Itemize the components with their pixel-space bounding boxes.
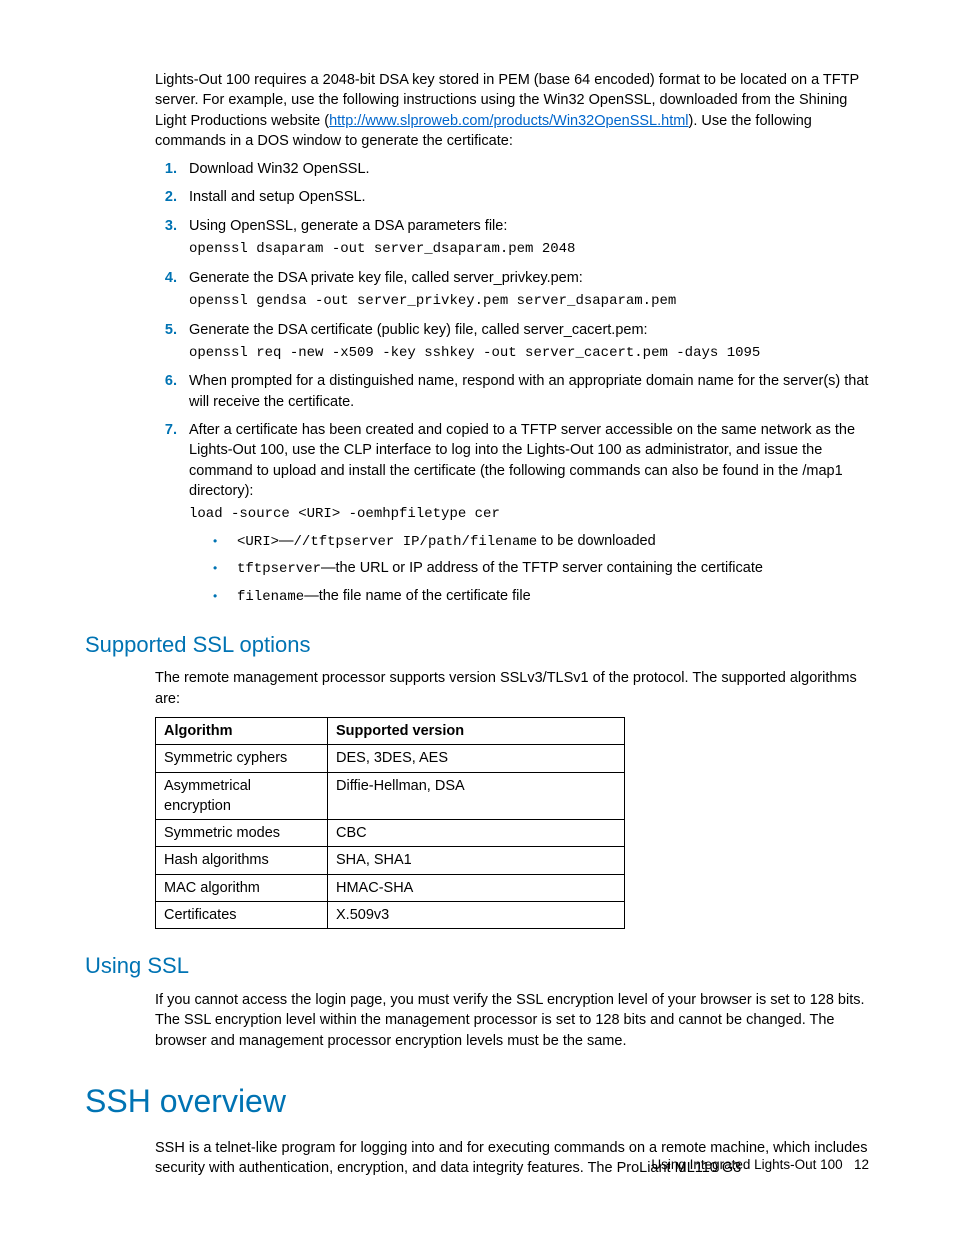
th-algorithm: Algorithm — [156, 718, 328, 745]
openssl-link[interactable]: http://www.slproweb.com/products/Win32Op… — [329, 113, 688, 129]
bullet-uri: <URI>—//tftpserver IP/path/filename to b… — [213, 531, 869, 553]
step-5: 5. Generate the DSA certificate (public … — [155, 320, 869, 364]
bullet-code2: //tftpserver IP/path/filename — [294, 534, 538, 550]
table-header-row: Algorithm Supported version — [156, 718, 625, 745]
using-ssl-block: If you cannot access the login page, you… — [155, 990, 869, 1051]
cell: Certificates — [156, 902, 328, 929]
table-row: Symmetric cyphersDES, 3DES, AES — [156, 745, 625, 772]
bullet-text: —the URL or IP address of the TFTP serve… — [321, 560, 763, 576]
footer-text: Using Integrated Lights-Out 100 — [651, 1157, 842, 1172]
bullet-filename: filename—the file name of the certificat… — [213, 586, 869, 608]
bullet-tftpserver: tftpserver—the URL or IP address of the … — [213, 558, 869, 580]
page-footer: Using Integrated Lights-Out 100 12 — [651, 1156, 869, 1175]
step-6: 6. When prompted for a distinguished nam… — [155, 371, 869, 412]
step-text: Download Win32 OpenSSL. — [189, 161, 370, 177]
step-number: 2. — [155, 187, 177, 207]
intro-paragraph-block: Lights-Out 100 requires a 2048-bit DSA k… — [155, 70, 869, 608]
bullet-code: filename — [237, 589, 304, 605]
step-number: 3. — [155, 216, 177, 236]
bullet-text: to be downloaded — [537, 533, 656, 549]
bullet-code: <URI> — [237, 534, 279, 550]
cell: MAC algorithm — [156, 874, 328, 901]
cell: Diffie-Hellman, DSA — [328, 772, 625, 820]
step-number: 4. — [155, 268, 177, 288]
cell: Hash algorithms — [156, 847, 328, 874]
using-ssl-body: If you cannot access the login page, you… — [155, 990, 869, 1051]
bullet-dash: — — [279, 533, 294, 549]
table-row: Asymmetrical encryptionDiffie-Hellman, D… — [156, 772, 625, 820]
step-4: 4. Generate the DSA private key file, ca… — [155, 268, 869, 312]
table-row: Symmetric modesCBC — [156, 820, 625, 847]
cell: CBC — [328, 820, 625, 847]
step-1: 1. Download Win32 OpenSSL. — [155, 159, 869, 179]
heading-ssh-overview: SSH overview — [85, 1079, 869, 1124]
step-number: 7. — [155, 420, 177, 440]
step-text: Using OpenSSL, generate a DSA parameters… — [189, 218, 507, 234]
step-number: 6. — [155, 371, 177, 391]
step-command: openssl dsaparam -out server_dsaparam.pe… — [189, 240, 869, 260]
step-3: 3. Using OpenSSL, generate a DSA paramet… — [155, 216, 869, 260]
step-text: Generate the DSA certificate (public key… — [189, 322, 648, 338]
step-number: 5. — [155, 320, 177, 340]
bullet-text: —the file name of the certificate file — [304, 588, 530, 604]
step-7-bullets: <URI>—//tftpserver IP/path/filename to b… — [213, 531, 869, 608]
step-text: When prompted for a distinguished name, … — [189, 373, 868, 409]
step-command: load -source <URI> -oemhpfiletype cer — [189, 505, 869, 525]
cell: X.509v3 — [328, 902, 625, 929]
ssl-options-block: The remote management processor supports… — [155, 668, 869, 929]
cell: Symmetric cyphers — [156, 745, 328, 772]
steps-list: 1. Download Win32 OpenSSL. 2. Install an… — [155, 159, 869, 607]
table-row: Hash algorithmsSHA, SHA1 — [156, 847, 625, 874]
footer-page-number: 12 — [854, 1157, 869, 1172]
algorithm-table: Algorithm Supported version Symmetric cy… — [155, 717, 625, 929]
bullet-code: tftpserver — [237, 561, 321, 577]
step-number: 1. — [155, 159, 177, 179]
cell: SHA, SHA1 — [328, 847, 625, 874]
cell: DES, 3DES, AES — [328, 745, 625, 772]
table-row: MAC algorithmHMAC-SHA — [156, 874, 625, 901]
ssl-options-body: The remote management processor supports… — [155, 668, 869, 709]
step-text: After a certificate has been created and… — [189, 422, 855, 499]
step-2: 2. Install and setup OpenSSL. — [155, 187, 869, 207]
step-text: Generate the DSA private key file, calle… — [189, 270, 583, 286]
intro-paragraph: Lights-Out 100 requires a 2048-bit DSA k… — [155, 70, 869, 151]
heading-using-ssl: Using SSL — [85, 951, 869, 982]
cell: Symmetric modes — [156, 820, 328, 847]
document-page: Lights-Out 100 requires a 2048-bit DSA k… — [0, 0, 954, 1235]
table-row: CertificatesX.509v3 — [156, 902, 625, 929]
step-command: openssl gendsa -out server_privkey.pem s… — [189, 292, 869, 312]
step-text: Install and setup OpenSSL. — [189, 189, 366, 205]
heading-supported-ssl-options: Supported SSL options — [85, 630, 869, 661]
cell: HMAC-SHA — [328, 874, 625, 901]
step-7: 7. After a certificate has been created … — [155, 420, 869, 608]
step-command: openssl req -new -x509 -key sshkey -out … — [189, 344, 869, 364]
cell: Asymmetrical encryption — [156, 772, 328, 820]
th-supported-version: Supported version — [328, 718, 625, 745]
